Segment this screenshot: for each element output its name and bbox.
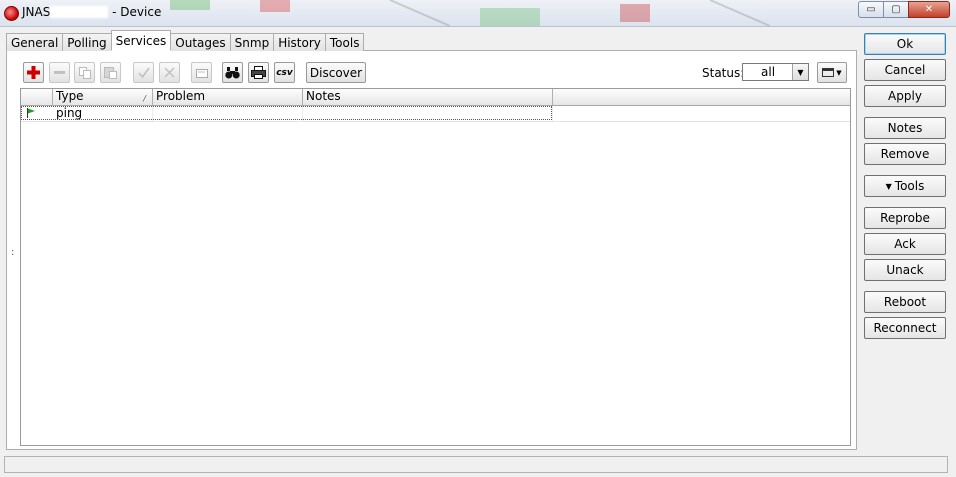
ack-button[interactable] [133,62,154,83]
copy-button[interactable] [74,62,95,83]
status-label: Status: [702,66,745,80]
title-prefix: JNAS [22,5,51,19]
ok-button[interactable]: Ok [864,33,946,55]
reprobe-button[interactable]: Reprobe [864,207,946,229]
services-table[interactable]: Type / Problem Notes ping [20,88,851,446]
unack-device-button[interactable]: Unack [864,259,946,281]
tab-tools[interactable]: Tools [324,33,365,51]
print-button[interactable] [248,62,269,83]
dropdown-arrow-icon[interactable]: ▼ [792,64,808,80]
close-button[interactable]: ✕ [908,1,950,18]
column-header-problem[interactable]: Problem [153,89,303,105]
tab-polling[interactable]: Polling [62,33,112,51]
tab-general[interactable]: General [6,33,64,51]
column-chooser-button[interactable]: ▼ [817,62,847,83]
maximize-icon: ▢ [891,4,901,15]
binoculars-icon [225,66,240,78]
status-selected-value: all [761,65,776,79]
reboot-button[interactable]: Reboot [864,291,946,313]
tab-snmp[interactable]: Snmp [229,33,275,51]
table-header: Type / Problem Notes [21,89,850,106]
paste-icon [104,67,117,79]
minus-icon [54,71,65,74]
find-button[interactable] [222,62,243,83]
column-header-notes[interactable]: Notes [303,89,553,105]
title-suffix: - Device [108,5,162,19]
cancel-button[interactable]: Cancel [864,59,946,81]
minimize-icon: ▭ [866,4,876,15]
triangle-down-icon: ▼ [885,181,892,191]
title-redaction [50,6,109,18]
paste-button[interactable] [100,62,121,83]
app-icon [4,6,19,21]
column-header-type[interactable]: Type / [53,89,153,105]
window-icon [822,68,835,77]
notes-button[interactable]: Notes [864,117,946,139]
copy-icon [78,66,91,79]
tab-outages[interactable]: Outages [170,33,231,51]
reconnect-button[interactable]: Reconnect [864,317,946,339]
window-controls: ▭ ▢ ✕ [858,1,950,18]
status-bar [4,456,948,473]
ack-device-button[interactable]: Ack [864,233,946,255]
comment-button[interactable] [191,62,212,83]
x-icon [164,67,175,78]
plus-icon [27,66,40,79]
csv-export-button[interactable]: csv [274,62,295,83]
table-row[interactable]: ping [21,106,850,122]
printer-icon [251,66,266,79]
tab-services[interactable]: Services [110,30,172,51]
check-icon [137,67,150,78]
title-bar[interactable]: JNAS - Device ▭ ▢ ✕ [0,0,956,27]
csv-icon: csv [276,67,293,78]
remove-device-button[interactable]: Remove [864,143,946,165]
unack-button[interactable] [159,62,180,83]
chevron-down-icon: ▼ [836,68,842,77]
tools-menu-button[interactable]: ▼ Tools [864,175,946,197]
background-decoration [170,0,771,26]
discover-button[interactable]: Discover [306,62,366,83]
column-header-status[interactable] [21,89,53,105]
maximize-button[interactable]: ▢ [883,1,909,18]
window-title: JNAS - Device [22,5,161,19]
tools-menu-label: Tools [894,179,925,193]
note-icon [195,69,208,78]
sort-indicator-icon: / [143,94,146,103]
minimize-button[interactable]: ▭ [858,1,884,18]
splitter-handle[interactable]: : [11,247,14,258]
column-header-type-label: Type [56,89,84,103]
tab-strip: General Polling Services Outages Snmp Hi… [6,30,365,51]
status-select[interactable]: all ▼ [742,63,809,81]
apply-button[interactable]: Apply [864,85,946,107]
add-button[interactable] [23,62,44,83]
row-focus-outline [21,106,552,120]
close-icon: ✕ [924,4,934,15]
tab-history[interactable]: History [273,33,326,51]
remove-button[interactable] [49,62,70,83]
